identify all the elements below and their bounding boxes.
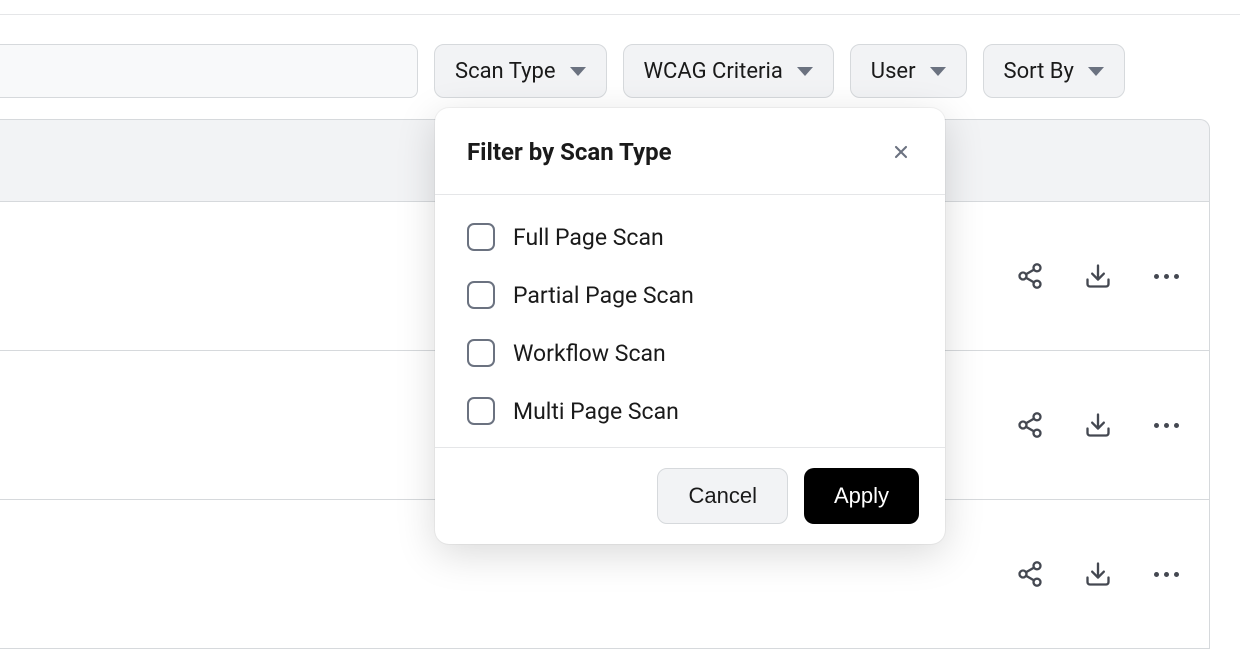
checkbox[interactable] bbox=[467, 397, 495, 425]
download-icon bbox=[1084, 262, 1112, 290]
share-icon bbox=[1016, 560, 1044, 588]
more-button[interactable] bbox=[1149, 259, 1183, 293]
checkbox[interactable] bbox=[467, 339, 495, 367]
user-dropdown[interactable]: User bbox=[850, 44, 967, 98]
checkbox-label: Full Page Scan bbox=[513, 224, 664, 251]
top-divider bbox=[0, 14, 1240, 15]
download-button[interactable] bbox=[1081, 408, 1115, 442]
scan-type-label: Scan Type bbox=[455, 59, 556, 84]
more-button[interactable] bbox=[1149, 557, 1183, 591]
filter-popover: Filter by Scan Type Full Page Scan Parti… bbox=[435, 108, 945, 544]
popover-title: Filter by Scan Type bbox=[467, 138, 672, 166]
scan-type-option-multi-page[interactable]: Multi Page Scan bbox=[467, 397, 913, 425]
checkbox-label: Multi Page Scan bbox=[513, 398, 679, 425]
dots-horizontal-icon bbox=[1154, 572, 1179, 577]
chevron-down-icon bbox=[1088, 67, 1104, 76]
checkbox-label: Partial Page Scan bbox=[513, 282, 694, 309]
share-icon bbox=[1016, 262, 1044, 290]
wcag-criteria-label: WCAG Criteria bbox=[644, 59, 783, 84]
download-icon bbox=[1084, 411, 1112, 439]
share-icon bbox=[1016, 411, 1044, 439]
popover-footer: Cancel Apply bbox=[435, 447, 945, 544]
share-button[interactable] bbox=[1013, 557, 1047, 591]
share-button[interactable] bbox=[1013, 259, 1047, 293]
search-input[interactable] bbox=[0, 44, 418, 98]
scan-type-dropdown[interactable]: Scan Type bbox=[434, 44, 607, 98]
cancel-button[interactable]: Cancel bbox=[657, 468, 787, 524]
filter-toolbar: Scan Type WCAG Criteria User Sort By bbox=[0, 44, 1210, 98]
close-icon bbox=[891, 142, 911, 162]
scan-type-option-full-page[interactable]: Full Page Scan bbox=[467, 223, 913, 251]
popover-header: Filter by Scan Type bbox=[435, 108, 945, 195]
scan-type-option-workflow[interactable]: Workflow Scan bbox=[467, 339, 913, 367]
dots-horizontal-icon bbox=[1154, 423, 1179, 428]
more-button[interactable] bbox=[1149, 408, 1183, 442]
checkbox[interactable] bbox=[467, 281, 495, 309]
dots-horizontal-icon bbox=[1154, 274, 1179, 279]
chevron-down-icon bbox=[570, 67, 586, 76]
share-button[interactable] bbox=[1013, 408, 1047, 442]
user-label: User bbox=[871, 59, 916, 84]
wcag-criteria-dropdown[interactable]: WCAG Criteria bbox=[623, 44, 834, 98]
chevron-down-icon bbox=[797, 67, 813, 76]
popover-body: Full Page Scan Partial Page Scan Workflo… bbox=[435, 195, 945, 447]
sort-by-dropdown[interactable]: Sort By bbox=[983, 44, 1125, 98]
scan-type-option-partial-page[interactable]: Partial Page Scan bbox=[467, 281, 913, 309]
sort-by-label: Sort By bbox=[1004, 59, 1074, 84]
download-button[interactable] bbox=[1081, 259, 1115, 293]
chevron-down-icon bbox=[930, 67, 946, 76]
close-button[interactable] bbox=[889, 140, 913, 164]
download-icon bbox=[1084, 560, 1112, 588]
checkbox[interactable] bbox=[467, 223, 495, 251]
checkbox-label: Workflow Scan bbox=[513, 340, 666, 367]
apply-button[interactable]: Apply bbox=[804, 468, 919, 524]
download-button[interactable] bbox=[1081, 557, 1115, 591]
